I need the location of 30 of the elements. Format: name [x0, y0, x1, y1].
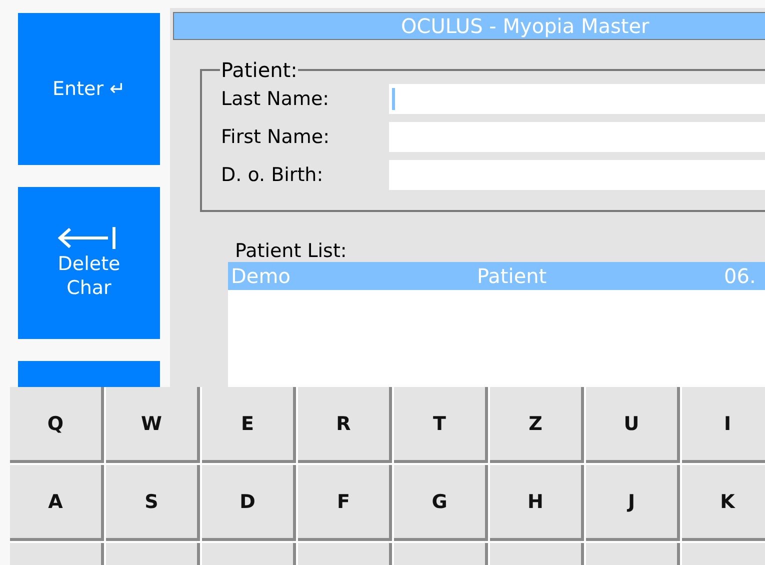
list-cell-text: Demo	[231, 264, 292, 288]
list-label: Patient List:	[235, 240, 348, 262]
input-field[interactable]	[389, 84, 765, 114]
keyboard-key[interactable]: Z	[490, 387, 584, 463]
list-cell-text: 06.	[724, 264, 757, 288]
keyboard-key[interactable]: F	[298, 465, 392, 541]
keyboard-key[interactable]: E	[202, 387, 296, 463]
field-label: D. o. Birth:	[221, 164, 324, 186]
group-label: Patient:	[220, 58, 298, 82]
keyboard-key[interactable]: S	[106, 465, 200, 541]
keyboard-key[interactable]: U	[586, 387, 680, 463]
keyboard-key[interactable]: J	[586, 465, 680, 541]
keyboard-key[interactable]: D	[202, 465, 296, 541]
keyboard-key[interactable]: T	[394, 387, 488, 463]
window-title: OCULUS - Myopia Master	[173, 12, 765, 40]
field-label: Last Name:	[221, 88, 330, 110]
keyboard-key[interactable]: I	[682, 387, 765, 463]
keyboard-key[interactable]: H	[490, 465, 584, 541]
delete-char-button[interactable]: Delete Char	[18, 187, 160, 339]
keyboard-key[interactable]: Q	[10, 387, 104, 463]
keyboard-key[interactable]: A	[10, 465, 104, 541]
keyboard-key[interactable]: W	[106, 387, 200, 463]
keyboard-key[interactable]: K	[682, 465, 765, 541]
input-field[interactable]	[389, 160, 765, 190]
field-label: First Name:	[221, 126, 330, 148]
input-field[interactable]	[389, 122, 765, 152]
keyboard-key[interactable]: R	[298, 387, 392, 463]
enter-button[interactable]: Enter ↵	[18, 13, 160, 165]
keyboard-key[interactable]: G	[394, 465, 488, 541]
list-cell-text: Patient	[477, 264, 548, 288]
